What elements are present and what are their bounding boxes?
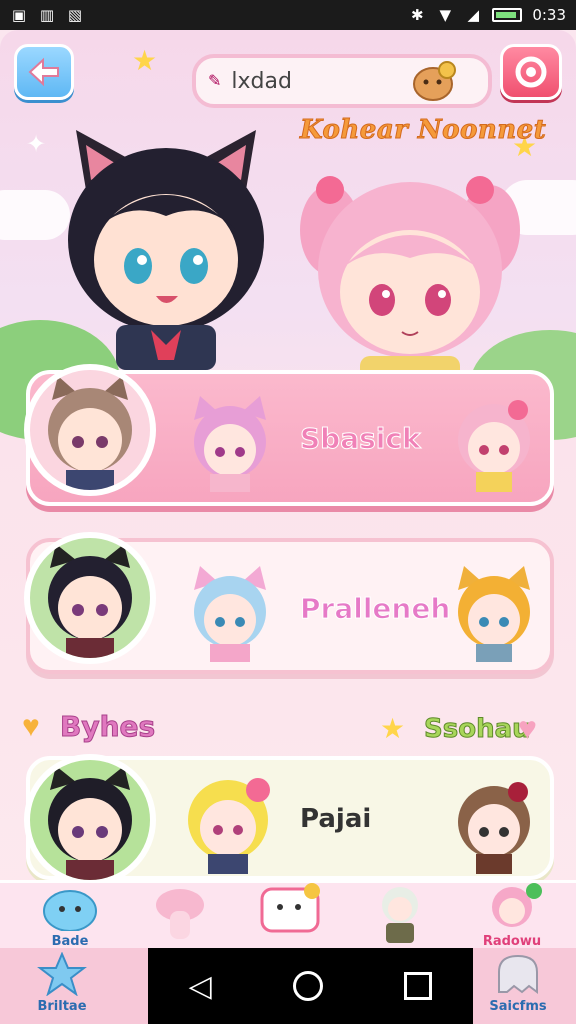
pink-girl-icon xyxy=(492,883,542,927)
camera-button[interactable] xyxy=(500,44,562,100)
list-card[interactable]: Pajai xyxy=(24,754,554,886)
avatar xyxy=(24,532,156,664)
tab-label: Saicfms xyxy=(489,999,547,1014)
tab-briltae[interactable]: Briltae xyxy=(22,951,102,1020)
card-label: Pajai xyxy=(300,804,372,834)
search-icon: ✎ xyxy=(208,73,222,90)
blob-icon xyxy=(43,890,97,932)
star-house-icon xyxy=(37,951,87,997)
heart-icon: ♥ xyxy=(518,710,537,746)
arrow-left-icon xyxy=(28,57,59,87)
top-bar: ✎ xyxy=(14,44,562,108)
system-nav-bar: Briltae ◁ Saicfms xyxy=(0,948,576,1024)
card-label: Sbasick xyxy=(300,422,422,456)
bottom-tab-bar: Bade Radowu xyxy=(0,880,576,948)
character-icon xyxy=(382,887,418,943)
search-bar[interactable]: ✎ xyxy=(192,54,492,108)
cookie-mascot-icon xyxy=(413,61,457,101)
cat-girl-character xyxy=(68,130,264,370)
tab-mushroom[interactable] xyxy=(140,883,220,948)
tab-label: Bade xyxy=(51,934,89,948)
section-title-left: Byhes xyxy=(59,710,156,744)
camera-icon xyxy=(515,56,547,88)
status-bar: ▣ ▥ ▧ ✱ ▼ ◢ 0:33 xyxy=(0,0,576,30)
battery-icon xyxy=(492,8,523,22)
notification-icon: ▥ xyxy=(39,6,55,24)
image-icon: ▧ xyxy=(67,6,83,24)
nav-buttons: ◁ xyxy=(148,948,473,1024)
back-nav-button[interactable]: ◁ xyxy=(189,969,212,1004)
chat-bubble-icon xyxy=(260,883,320,933)
status-time: 0:33 xyxy=(532,6,566,24)
wifi-icon: ▼ xyxy=(439,6,452,24)
avatar xyxy=(194,566,266,662)
bluetooth-icon: ✱ xyxy=(411,6,424,24)
hero-characters xyxy=(0,120,576,440)
avatar xyxy=(188,778,270,874)
star-icon: ★ xyxy=(380,713,406,744)
list-card[interactable]: Sbasick xyxy=(24,364,554,506)
ghost-icon xyxy=(498,954,538,994)
section-title-right: Ssohau xyxy=(424,714,532,745)
tab-label: Radowu xyxy=(482,934,542,948)
mushroom-icon xyxy=(156,889,204,939)
signal-icon: ◢ xyxy=(467,6,480,24)
avatar xyxy=(458,782,530,874)
notification-icon: ▣ xyxy=(11,6,27,24)
recents-nav-button[interactable] xyxy=(404,972,433,1000)
tab-label: Briltae xyxy=(37,999,87,1014)
avatar xyxy=(24,754,156,886)
app-screen: ✦ ★ ★ ✎ Kohear Noonnet xyxy=(0,30,576,948)
list-card[interactable]: Pralleneh xyxy=(24,532,554,674)
search-input[interactable] xyxy=(231,68,402,94)
tab-bade[interactable]: Bade xyxy=(30,883,110,948)
avatar xyxy=(24,364,156,496)
tab-character[interactable] xyxy=(360,883,440,948)
avatar xyxy=(194,396,266,492)
tab-saicfms[interactable]: Saicfms xyxy=(478,952,558,1020)
heart-icon: ♥ xyxy=(22,710,40,743)
home-nav-button[interactable] xyxy=(293,971,324,1001)
avatar xyxy=(458,566,530,662)
back-button[interactable] xyxy=(14,44,74,100)
pink-girl-character xyxy=(300,176,520,400)
card-label: Pralleneh xyxy=(299,592,451,626)
tab-radowu[interactable]: Radowu xyxy=(472,883,552,948)
tab-chat[interactable] xyxy=(250,883,330,948)
avatar xyxy=(458,400,530,492)
